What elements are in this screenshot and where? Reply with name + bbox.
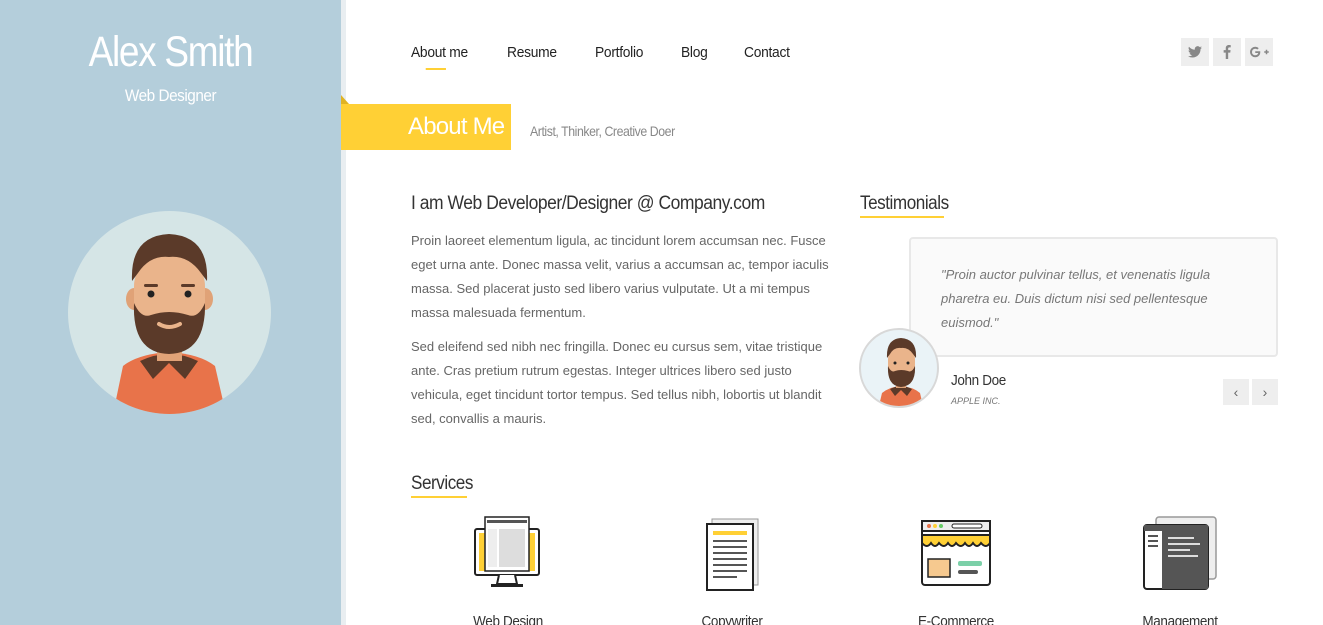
about-paragraph: Sed eleifend sed nibh nec fringilla. Don… [411, 339, 823, 426]
service-e-commerce: E-Commerce [856, 515, 1056, 625]
service-management: Management [1080, 515, 1280, 625]
section-title: About Me [408, 113, 505, 140]
avatar [68, 211, 271, 414]
chevron-left-icon: ‹ [1233, 384, 1239, 400]
avatar-illustration [113, 234, 226, 414]
section-subtitle: Artist, Thinker, Creative Doer [530, 123, 675, 139]
service-label: Management [1142, 613, 1218, 625]
service-copywriter: Copywriter [632, 515, 832, 625]
section-tab-fold [341, 95, 349, 104]
google-plus-icon[interactable] [1245, 38, 1273, 66]
testimonials-heading-underline [860, 216, 944, 218]
social-links [1181, 38, 1273, 66]
profile-sidebar: Alex Smith Web Designer [0, 0, 341, 625]
testimonial-quote: "Proin auctor pulvinar tellus, et venena… [941, 267, 1211, 330]
shop-icon [921, 520, 991, 586]
profile-name: Alex Smith [88, 28, 254, 76]
nav-item-resume[interactable]: Resume [507, 44, 557, 61]
nav-item-contact[interactable]: Contact [744, 44, 790, 61]
nav-item-portfolio[interactable]: Portfolio [595, 44, 643, 61]
testimonial-quote-box: "Proin auctor pulvinar tellus, et venena… [909, 237, 1278, 357]
about-paragraph: Proin laoreet elementum ligula, ac tinci… [411, 233, 829, 320]
facebook-icon[interactable] [1213, 38, 1241, 66]
sidebar-divider [341, 0, 346, 625]
services-heading-underline [411, 496, 467, 498]
service-label: Web Design [473, 613, 543, 625]
testimonial-company: APPLE INC. [951, 396, 1001, 406]
nav-item-about-me[interactable]: About me [411, 44, 468, 70]
monitor-icon [474, 516, 540, 587]
service-label: E-Commerce [918, 613, 994, 625]
about-heading: I am Web Developer/Designer @ Company.co… [411, 193, 765, 214]
testimonial-name: John Doe [951, 372, 1006, 389]
testimonial-next-button[interactable]: › [1252, 379, 1278, 405]
twitter-icon[interactable] [1181, 38, 1209, 66]
nav-item-blog[interactable]: Blog [681, 44, 708, 61]
services-heading: Services [411, 473, 473, 494]
document-icon [706, 518, 759, 591]
service-web-design: Web Design [408, 515, 608, 625]
testimonial-avatar [859, 328, 939, 408]
testimonials-heading: Testimonials [860, 193, 949, 214]
profile-role: Web Designer [124, 86, 217, 105]
main-nav: About me Resume Portfolio Blog Contact [411, 44, 828, 70]
chevron-right-icon: › [1262, 384, 1268, 400]
testimonial-prev-button[interactable]: ‹ [1223, 379, 1249, 405]
window-icon [1143, 516, 1217, 590]
service-label: Copywriter [701, 613, 763, 625]
